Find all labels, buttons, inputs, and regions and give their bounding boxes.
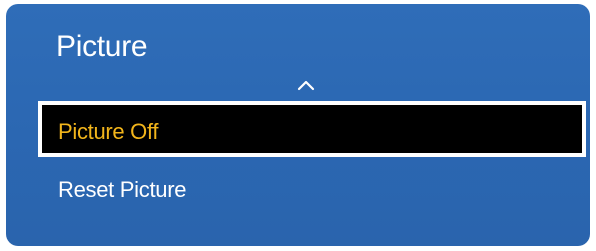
menu-item-label: Picture Off [58,119,159,144]
menu-item-label: Reset Picture [58,177,187,202]
menu-item-picture-off[interactable]: Picture Off [38,101,586,157]
menu-title: Picture [56,30,148,63]
menu-item-reset-picture[interactable]: Reset Picture [38,179,586,209]
chevron-up-icon[interactable] [297,79,315,91]
picture-menu-panel: Picture Picture Off Reset Picture [6,4,590,246]
